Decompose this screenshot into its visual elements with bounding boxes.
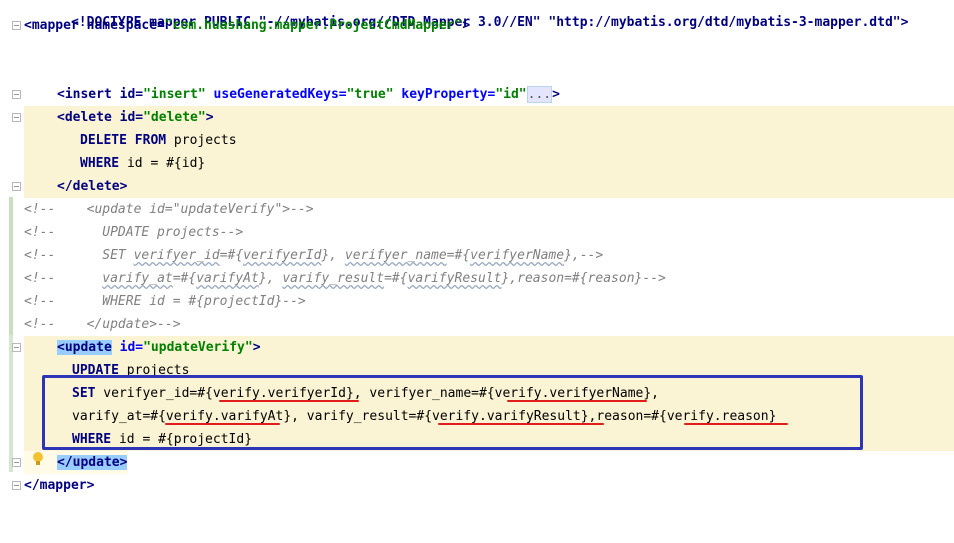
comment-text: <!-- <update id="updateVerify">--> [24, 202, 314, 217]
update-id-value: "updateVerify" [143, 340, 253, 355]
annotation-underline [165, 423, 280, 425]
update-close-tag: </update> [57, 455, 128, 470]
fold-marker-icon[interactable] [12, 21, 21, 30]
comment-text: varifyResult [407, 271, 502, 286]
attr-value: "true" [346, 87, 394, 102]
comment-text: verifyer_id [133, 248, 220, 263]
code-line[interactable]: <!-- </update>--> [0, 313, 954, 336]
fold-marker-icon[interactable] [12, 182, 21, 191]
tag-end: > [205, 110, 214, 125]
comment-text: <!-- SET [24, 248, 134, 263]
comment-text: },reason=#{reason}--> [501, 271, 666, 286]
delete-close-tag: </delete> [57, 179, 128, 194]
comment-text: =#{ [172, 271, 197, 286]
code-line[interactable]: </delete> [0, 175, 954, 198]
comment-text: <!-- </update>--> [24, 317, 181, 332]
annotation-underline [507, 400, 647, 402]
fold-marker-icon[interactable] [12, 458, 21, 467]
delete-tag: <delete id= [57, 110, 144, 125]
attr-name: id= [111, 340, 144, 355]
code-line[interactable]: <!-- WHERE id = #{projectId}--> [0, 290, 954, 313]
fold-marker-icon[interactable] [12, 343, 21, 352]
code-line[interactable]: <!-- <update id="updateVerify">--> [0, 198, 954, 221]
comment-text: verifyer_name [344, 248, 447, 263]
sql-text: projects [166, 133, 237, 148]
code-line[interactable]: </mapper> [0, 474, 954, 497]
code-line[interactable]: <!-- SET verifyer_id=#{verifyerId}, veri… [0, 244, 954, 267]
code-line[interactable]: <!DOCTYPE mapper PUBLIC "-//mybatis.org/… [0, 0, 954, 30]
comment-text: <!-- WHERE id = #{projectId}--> [24, 294, 306, 309]
sql-text: id = #{id} [119, 156, 206, 171]
comment-text: =#{ [219, 248, 244, 263]
fold-marker-icon[interactable] [12, 113, 21, 122]
comment-text: verifyerName [470, 248, 565, 263]
comment-text: =#{ [446, 248, 471, 263]
attr-value: "id" [495, 87, 527, 102]
sql-keyword: WHERE [80, 156, 120, 171]
comment-text: =#{ [384, 271, 408, 286]
namespace-value: "com.huashang.mapper.ProjectCmdMapper" [164, 18, 463, 33]
code-line[interactable]: </update> [0, 451, 954, 474]
code-editor[interactable]: <!DOCTYPE mapper PUBLIC "-//mybatis.org/… [0, 0, 954, 529]
comment-text: },--> [564, 248, 604, 263]
lightbulb-icon[interactable] [32, 451, 44, 467]
code-line[interactable]: <delete id="delete"> [0, 106, 954, 129]
comment-text: varify_at [102, 271, 173, 286]
mapper-close-tag: </mapper> [24, 478, 95, 493]
mapper-tag-open: <mapper namespace= [24, 18, 165, 33]
attr-name: keyProperty= [393, 87, 496, 102]
annotation-underline [684, 423, 788, 425]
attr-name: useGeneratedKeys= [205, 87, 347, 102]
comment-text: <!-- [24, 271, 103, 286]
insert-tag: <insert id= [57, 87, 144, 102]
code-line[interactable]: <insert id="insert" useGeneratedKeys="tr… [0, 83, 954, 106]
code-line[interactable]: <mapper namespace="com.huashang.mapper.P… [0, 14, 954, 37]
code-line[interactable]: <!-- varify_at=#{varifyAt}, varify_resul… [0, 267, 954, 290]
comment-text: varify_result [282, 271, 385, 286]
annotation-underline [219, 400, 359, 402]
code-line[interactable]: <update id="updateVerify"> [0, 336, 954, 359]
annotation-underline [438, 423, 604, 425]
comment-text: }, [321, 248, 345, 263]
comment-text: varifyAt [196, 271, 259, 286]
insert-id-value: "insert" [143, 87, 206, 102]
folded-region-button[interactable]: ... [526, 86, 553, 103]
tag-end: > [252, 340, 261, 355]
comment-text: verifyerId [243, 248, 322, 263]
annotation-box [42, 375, 863, 450]
fold-marker-icon[interactable] [12, 481, 21, 490]
tag-end: > [462, 18, 471, 33]
code-line[interactable]: <!-- UPDATE projects--> [0, 221, 954, 244]
fold-marker-icon[interactable] [12, 90, 21, 99]
code-line[interactable]: DELETE FROM projects [0, 129, 954, 152]
tag-end: > [552, 87, 560, 102]
update-tag: <update [57, 340, 112, 355]
delete-id-value: "delete" [143, 110, 206, 125]
code-line[interactable]: WHERE id = #{id} [0, 152, 954, 175]
sql-keyword: DELETE FROM [80, 133, 167, 148]
comment-text: }, [258, 271, 283, 286]
comment-text: <!-- UPDATE projects--> [24, 225, 244, 240]
